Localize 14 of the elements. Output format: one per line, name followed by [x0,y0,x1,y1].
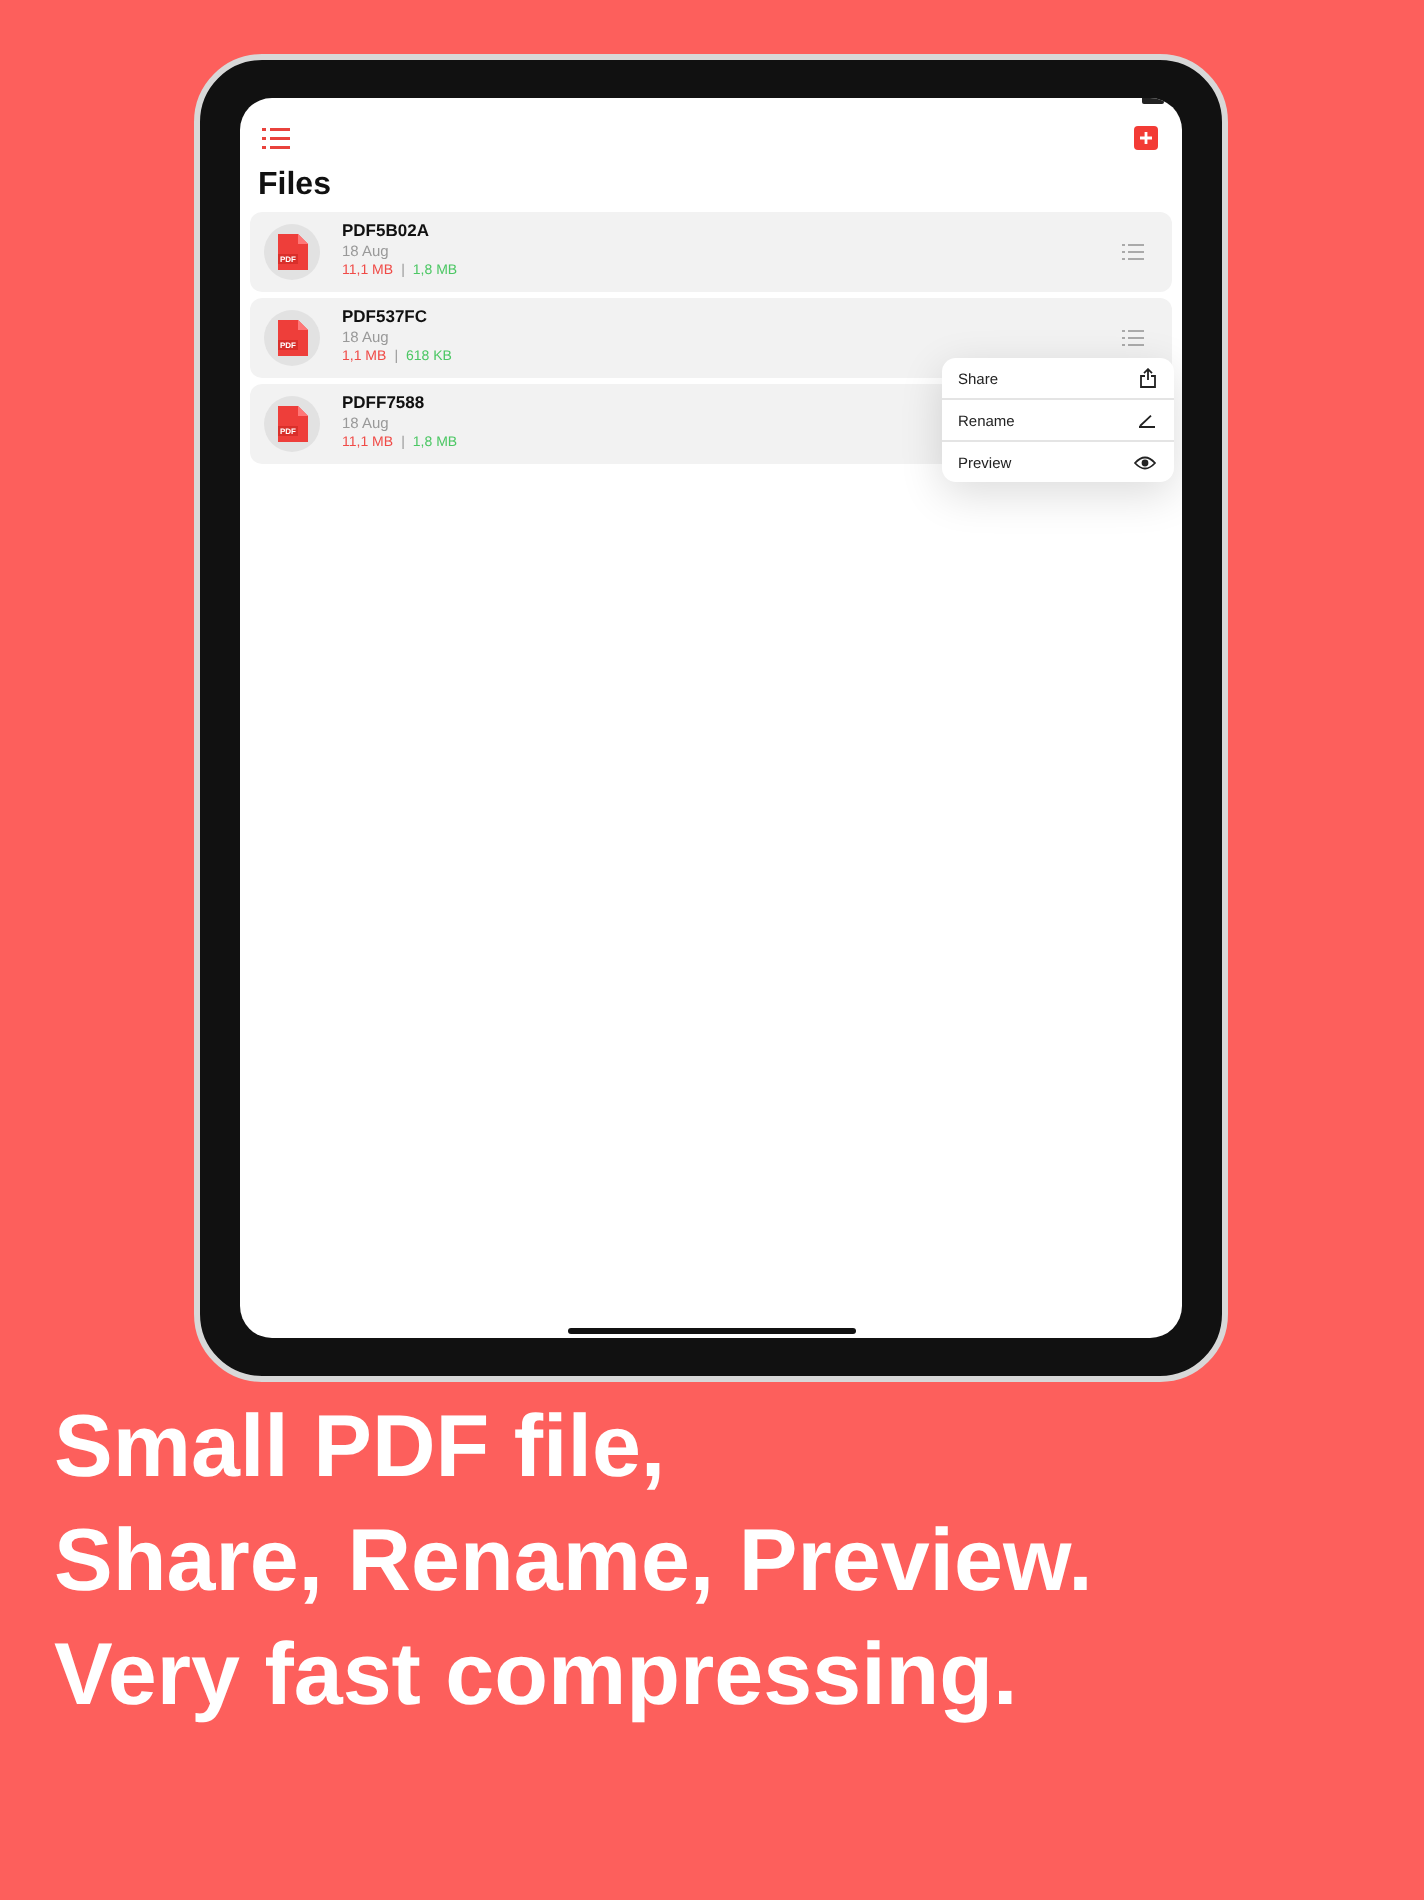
add-icon[interactable] [1134,126,1158,150]
eye-icon [1134,455,1156,469]
list-icon[interactable] [1122,244,1144,260]
caption-line: Share, Rename, Preview. [54,1510,1095,1614]
file-name: PDF5B02A [342,220,429,242]
caption-line: Small PDF file, [54,1396,668,1500]
pencil-icon [1138,413,1156,427]
file-name: PDF537FC [342,306,428,328]
screen-title: Files [256,166,333,206]
list-icon[interactable] [262,127,290,149]
file-name: PDFF7588 [342,392,425,414]
list-icon[interactable] [1122,330,1144,346]
share-icon [1140,368,1156,388]
caption-line: Very fast compressing. [54,1624,1020,1728]
